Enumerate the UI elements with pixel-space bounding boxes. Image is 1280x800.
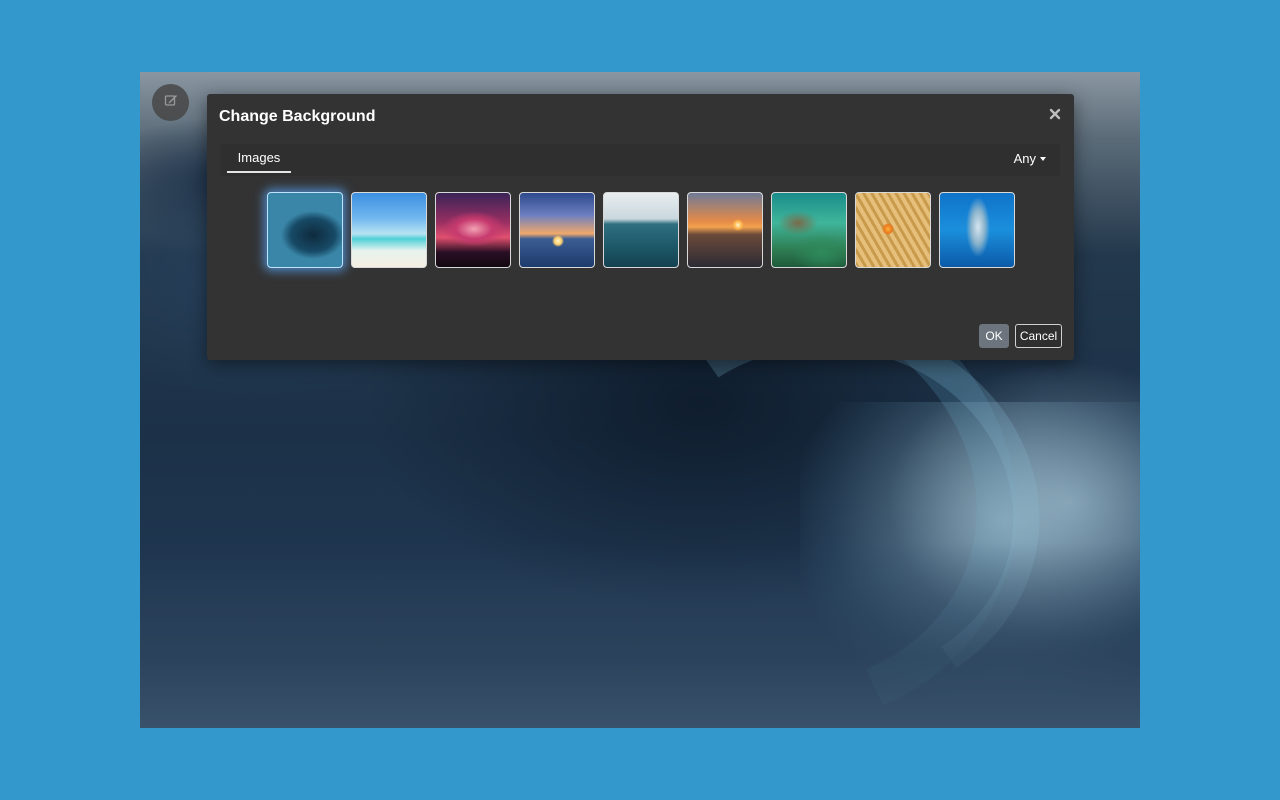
edit-background-icon [164, 93, 178, 112]
dialog-footer: OK Cancel [979, 324, 1062, 348]
dialog-title: Change Background [219, 108, 376, 125]
dialog-tabbar: Images Any [221, 144, 1060, 176]
cancel-button[interactable]: Cancel [1015, 324, 1062, 348]
ok-button[interactable]: OK [979, 324, 1009, 348]
filter-label: Any [1013, 151, 1036, 166]
tropical-beach-thumb[interactable] [351, 192, 427, 268]
dolphin-thumb[interactable] [939, 192, 1015, 268]
golden-sunset-thumb[interactable] [687, 192, 763, 268]
calm-sea-thumb[interactable] [603, 192, 679, 268]
category-filter-dropdown[interactable]: Any [1014, 144, 1046, 173]
change-background-dialog: Change Background Images Any OK Cancel [207, 94, 1074, 360]
edit-background-button[interactable] [152, 84, 189, 121]
close-icon [1049, 107, 1061, 125]
background-thumbnail-gallery [267, 192, 1015, 270]
caret-down-icon [1040, 157, 1046, 161]
tab-images[interactable]: Images [227, 144, 291, 173]
close-button[interactable] [1048, 107, 1062, 125]
coral-reef-thumb[interactable] [771, 192, 847, 268]
clownfish-anemone-thumb[interactable] [855, 192, 931, 268]
water-surface [140, 542, 1140, 728]
tree-sunset-thumb[interactable] [435, 192, 511, 268]
ocean-wave-thumb[interactable] [267, 192, 343, 268]
ocean-sunset-thumb[interactable] [519, 192, 595, 268]
